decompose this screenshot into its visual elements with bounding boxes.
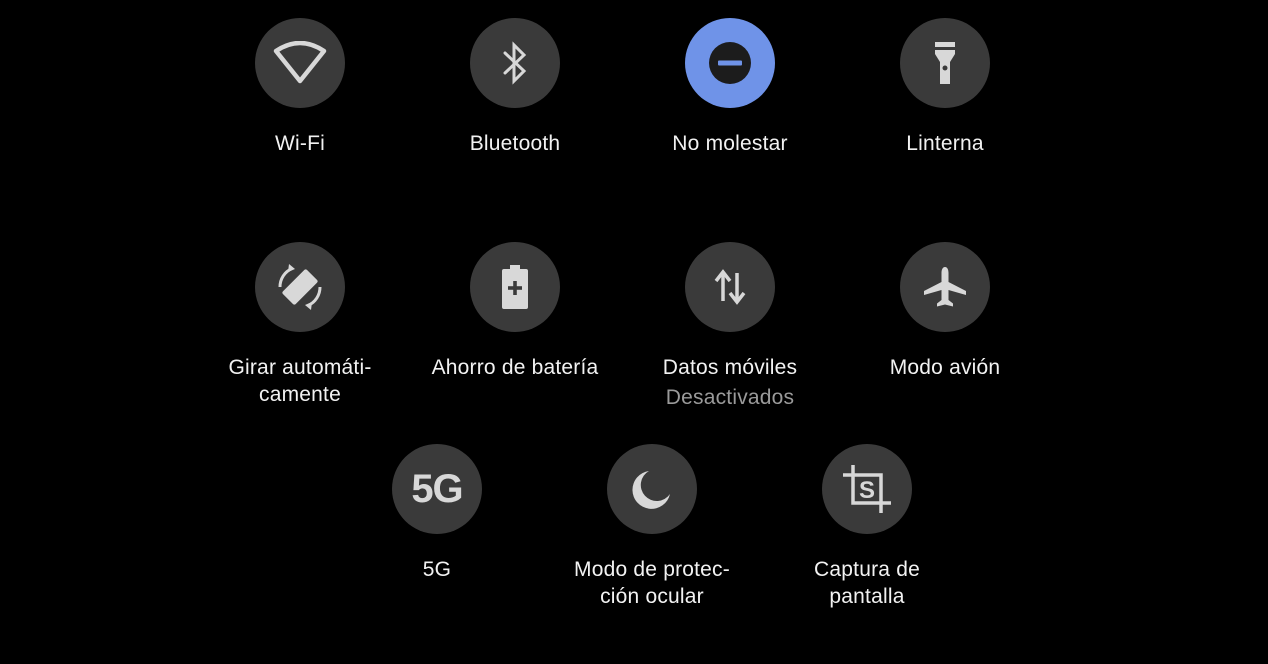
wifi-icon [273,41,327,85]
auto-rotate-icon [274,261,326,313]
flashlight-label: Linterna [906,132,984,155]
tile-auto-rotate[interactable]: Girar automáti- camente [190,242,410,408]
tile-mobile-data[interactable]: Datos móviles Desactivados [620,242,840,413]
do-not-disturb-toggle-button[interactable] [685,18,775,108]
eye-protection-toggle-button[interactable] [607,444,697,534]
auto-rotate-label: Girar automáti- camente [228,356,372,406]
auto-rotate-toggle-button[interactable] [255,242,345,332]
do-not-disturb-label: No molestar [672,132,788,155]
wifi-label: Wi-Fi [275,132,325,155]
tile-airplane-mode[interactable]: Modo avión [835,242,1055,381]
screenshot-button[interactable]: S [822,444,912,534]
wifi-toggle-button[interactable] [255,18,345,108]
tile-bluetooth[interactable]: Bluetooth [405,18,625,157]
do-not-disturb-icon [707,40,753,86]
tile-screenshot[interactable]: S Captura de pantalla [757,444,977,610]
5g-toggle-button[interactable]: 5G [392,444,482,534]
airplane-mode-label: Modo avión [889,356,1001,379]
airplane-mode-toggle-button[interactable] [900,242,990,332]
airplane-icon [922,264,968,310]
flashlight-toggle-button[interactable] [900,18,990,108]
tile-wifi[interactable]: Wi-Fi [190,18,410,157]
mobile-data-toggle-button[interactable] [685,242,775,332]
bluetooth-icon [500,41,530,85]
mobile-data-icon [713,267,747,307]
battery-saver-icon [500,264,530,310]
5g-label: 5G [422,558,452,581]
eye-protection-label: Modo de protec- ción ocular [574,558,730,608]
flashlight-icon [930,40,960,86]
screenshot-label: Captura de pantalla [814,558,920,608]
tile-flashlight[interactable]: Linterna [835,18,1055,157]
bluetooth-toggle-button[interactable] [470,18,560,108]
mobile-data-label: Datos móviles [662,356,798,379]
5g-icon: 5G [411,466,463,511]
tile-5g[interactable]: 5G 5G [327,444,547,583]
tile-battery-saver[interactable]: Ahorro de batería [405,242,625,381]
mobile-data-status: Desactivados [665,386,795,409]
battery-saver-toggle-button[interactable] [470,242,560,332]
screenshot-icon: S [841,463,893,515]
tile-do-not-disturb[interactable]: No molestar [620,18,840,157]
moon-icon [631,468,673,510]
bluetooth-label: Bluetooth [469,132,561,155]
battery-saver-label: Ahorro de batería [431,356,599,379]
svg-text:S: S [859,477,875,504]
tile-eye-protection[interactable]: Modo de protec- ción ocular [542,444,762,610]
